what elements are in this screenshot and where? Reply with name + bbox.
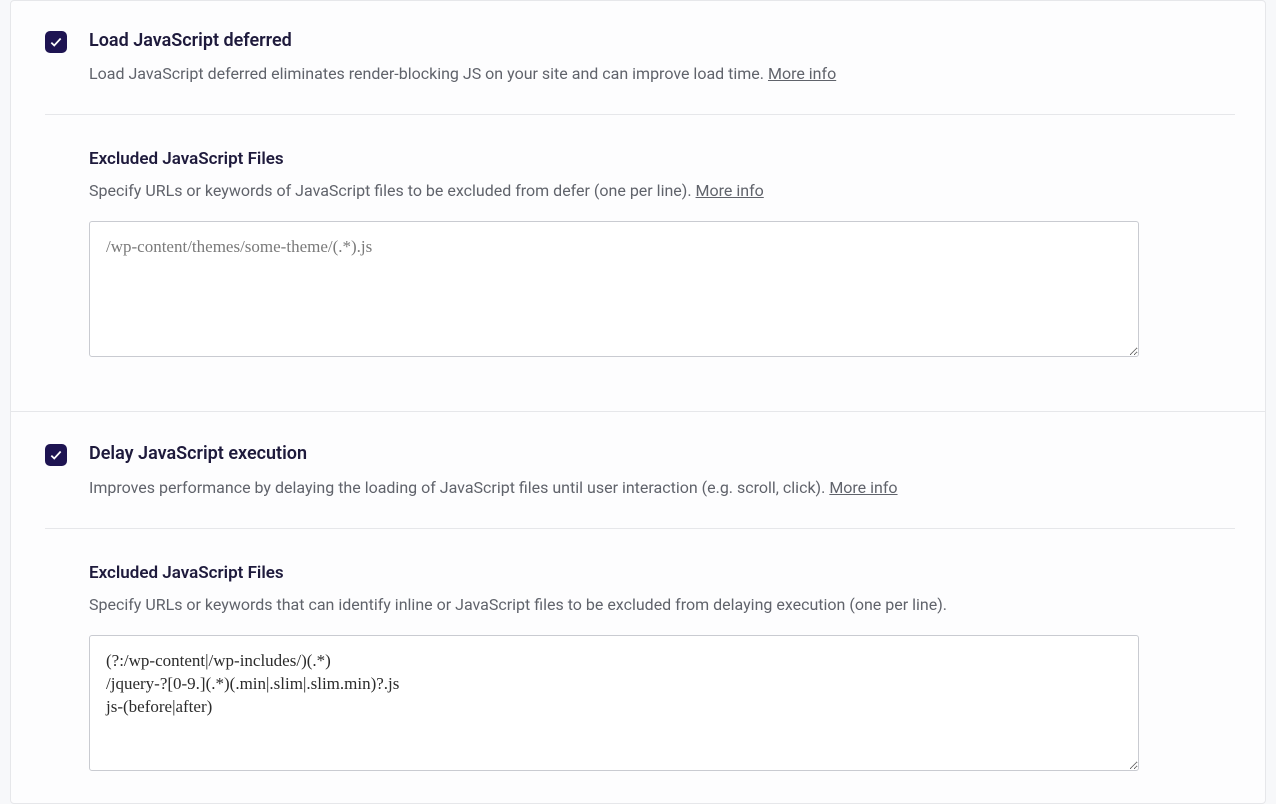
section-delay: Delay JavaScript execution Improves perf… (11, 411, 1265, 774)
delay-description: Improves performance by delaying the loa… (89, 476, 1235, 500)
defer-excluded-desc: Specify URLs or keywords of JavaScript f… (89, 179, 1139, 203)
delay-title: Delay JavaScript execution (89, 442, 1235, 465)
defer-excluded-title: Excluded JavaScript Files (89, 149, 1139, 169)
defer-excluded-desc-text: Specify URLs or keywords of JavaScript f… (89, 181, 696, 200)
delay-excluded-block: Excluded JavaScript Files Specify URLs o… (45, 529, 1139, 775)
defer-excluded-block: Excluded JavaScript Files Specify URLs o… (45, 115, 1139, 361)
settings-panel: Load JavaScript deferred Load JavaScript… (10, 0, 1266, 804)
check-icon (49, 448, 63, 462)
delay-more-info-link[interactable]: More info (829, 478, 897, 497)
defer-title: Load JavaScript deferred (89, 29, 1235, 52)
defer-description: Load JavaScript deferred eliminates rend… (89, 62, 1235, 86)
check-icon (49, 35, 63, 49)
defer-more-info-link[interactable]: More info (768, 64, 836, 83)
option-text: Load JavaScript deferred Load JavaScript… (89, 29, 1235, 86)
option-text: Delay JavaScript execution Improves perf… (89, 442, 1235, 499)
delay-checkbox[interactable] (45, 444, 67, 466)
delay-excluded-title: Excluded JavaScript Files (89, 563, 1139, 583)
defer-desc-text: Load JavaScript deferred eliminates rend… (89, 64, 768, 83)
option-header: Load JavaScript deferred Load JavaScript… (45, 29, 1235, 86)
option-header: Delay JavaScript execution Improves perf… (45, 442, 1235, 499)
defer-excluded-textarea[interactable] (89, 221, 1139, 357)
section-defer: Load JavaScript deferred Load JavaScript… (11, 1, 1265, 361)
defer-checkbox[interactable] (45, 31, 67, 53)
delay-desc-text: Improves performance by delaying the loa… (89, 478, 829, 497)
delay-excluded-textarea[interactable] (89, 635, 1139, 771)
defer-excluded-more-info-link[interactable]: More info (696, 181, 764, 200)
delay-excluded-desc: Specify URLs or keywords that can identi… (89, 593, 1139, 617)
